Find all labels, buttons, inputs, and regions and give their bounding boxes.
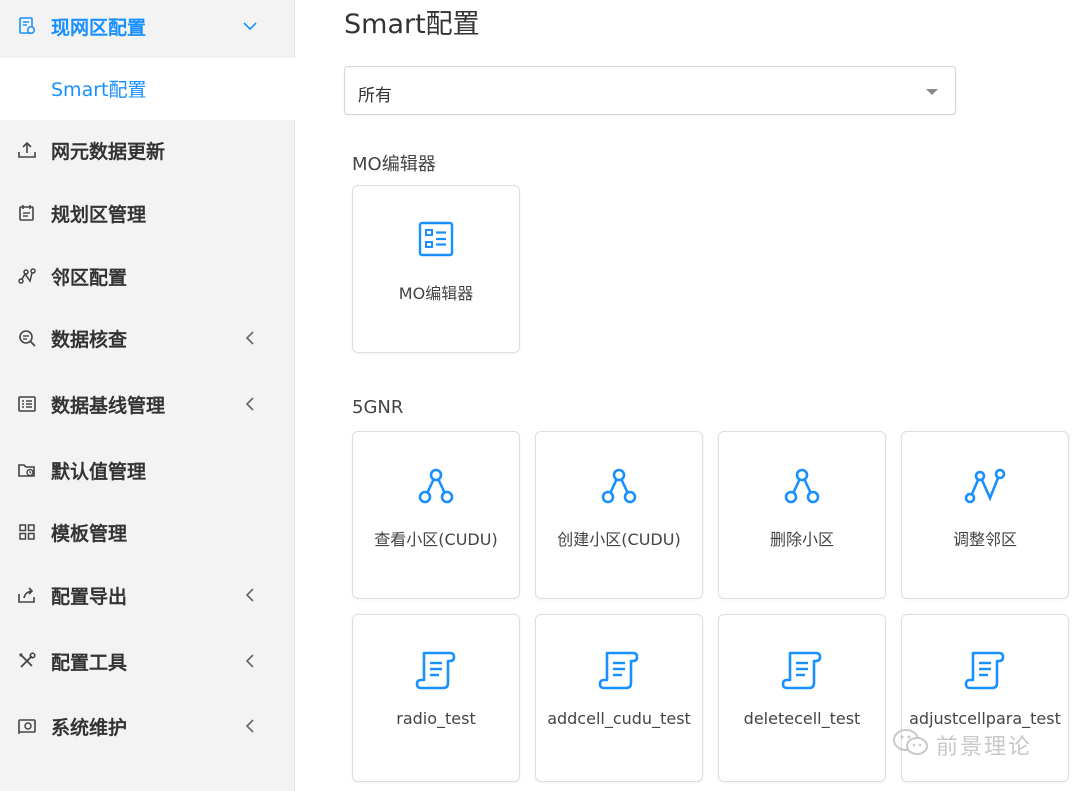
card-delete-cell[interactable]: 删除小区: [718, 431, 886, 599]
chevron-left-icon: [240, 651, 260, 671]
sidebar-item-config-export[interactable]: 配置导出: [0, 565, 295, 625]
sidebar-item-template-mgmt[interactable]: 模板管理: [0, 502, 295, 562]
chevron-left-icon: [240, 394, 260, 414]
chevron-left-icon: [240, 328, 260, 348]
maintenance-icon: [14, 713, 40, 739]
category-select[interactable]: 所有: [344, 66, 956, 115]
nodes-icon: [353, 466, 519, 506]
sidebar-item-live-config[interactable]: 现网区配置: [0, 0, 295, 56]
section-title-mo-editor: MO编辑器: [352, 154, 436, 175]
script-icon: [536, 649, 702, 690]
sidebar-item-label: 网元数据更新: [51, 140, 166, 163]
section-title-5gnr: 5GNR: [352, 397, 404, 418]
list-icon: [14, 391, 40, 417]
chevron-down-icon: [240, 16, 260, 36]
card-label: adjustcellpara_test: [909, 709, 1061, 728]
chevron-left-icon: [240, 585, 260, 605]
grid-icon: [14, 519, 40, 545]
card-deletecell-test[interactable]: deletecell_test: [718, 614, 886, 782]
card-mo-editor[interactable]: MO编辑器: [352, 185, 520, 353]
sidebar-item-label: 系统维护: [51, 716, 128, 739]
sidebar-item-planning-area[interactable]: 规划区管理: [0, 183, 295, 243]
sidebar-item-neighbor-config[interactable]: 邻区配置: [0, 246, 295, 306]
sidebar-item-config-tools[interactable]: 配置工具: [0, 631, 295, 691]
sidebar-item-label: 规划区管理: [51, 203, 147, 226]
card-label: MO编辑器: [398, 284, 474, 303]
chevron-left-icon: [240, 716, 260, 736]
sidebar-item-data-check[interactable]: 数据核查: [0, 308, 295, 368]
card-label: 创建小区(CUDU): [557, 530, 681, 549]
card-label: 删除小区: [769, 530, 834, 549]
sidebar-item-label: 默认值管理: [51, 460, 147, 483]
watermark: 前景理论: [892, 728, 1032, 762]
neighbor-icon: [14, 263, 40, 289]
card-addcell-cudu-test[interactable]: addcell_cudu_test: [535, 614, 703, 782]
sidebar-item-data-baseline[interactable]: 数据基线管理: [0, 374, 295, 434]
card-label: deletecell_test: [743, 709, 861, 728]
card-radio-test[interactable]: radio_test: [352, 614, 520, 782]
nodes-icon: [536, 466, 702, 506]
caret-down-icon: [926, 89, 938, 95]
config-doc-icon: [14, 13, 40, 39]
watermark-text: 前景理论: [936, 735, 1033, 760]
script-icon: [353, 649, 519, 690]
tools-icon: [14, 648, 40, 674]
neighbor-icon: [902, 466, 1068, 506]
export-icon: [14, 582, 40, 608]
sidebar-item-default-values[interactable]: 默认值管理: [0, 440, 295, 500]
script-icon: [719, 649, 885, 690]
script-icon: [902, 649, 1068, 690]
nodes-icon: [719, 466, 885, 506]
sidebar-item-label: 配置导出: [51, 585, 128, 608]
sidebar-subitem-smart-config[interactable]: Smart配置: [0, 58, 295, 120]
card-adjust-neighbor[interactable]: 调整邻区: [901, 431, 1069, 599]
calendar-icon: [14, 200, 40, 226]
card-label: 查看小区(CUDU): [374, 530, 498, 549]
card-label: radio_test: [396, 709, 476, 728]
card-create-cell[interactable]: 创建小区(CUDU): [535, 431, 703, 599]
card-view-cell[interactable]: 查看小区(CUDU): [352, 431, 520, 599]
card-label: addcell_cudu_test: [547, 709, 691, 728]
folder-clock-icon: [14, 457, 40, 483]
wechat-icon: [892, 728, 930, 762]
sidebar-item-label: 数据核查: [51, 328, 128, 351]
sidebar: 现网区配置 Smart配置 网元数据更新 规划区管理 邻区配置 数据核查 数据基…: [0, 0, 295, 791]
search-check-icon: [14, 325, 40, 351]
upload-icon: [14, 137, 40, 163]
mo-editor-icon: [353, 220, 519, 260]
card-label: 调整邻区: [952, 530, 1017, 549]
sidebar-item-label: 模板管理: [51, 522, 128, 545]
sidebar-item-label: Smart配置: [51, 79, 147, 101]
sidebar-item-ne-data-update[interactable]: 网元数据更新: [0, 120, 295, 180]
sidebar-item-label: 现网区配置: [51, 16, 147, 39]
sidebar-item-label: 邻区配置: [51, 266, 128, 289]
sidebar-item-system-maintenance[interactable]: 系统维护: [0, 696, 295, 756]
sidebar-item-label: 数据基线管理: [51, 394, 166, 417]
sidebar-item-label: 配置工具: [51, 651, 128, 674]
page-title: Smart配置: [344, 9, 480, 40]
select-value: 所有: [358, 86, 392, 106]
